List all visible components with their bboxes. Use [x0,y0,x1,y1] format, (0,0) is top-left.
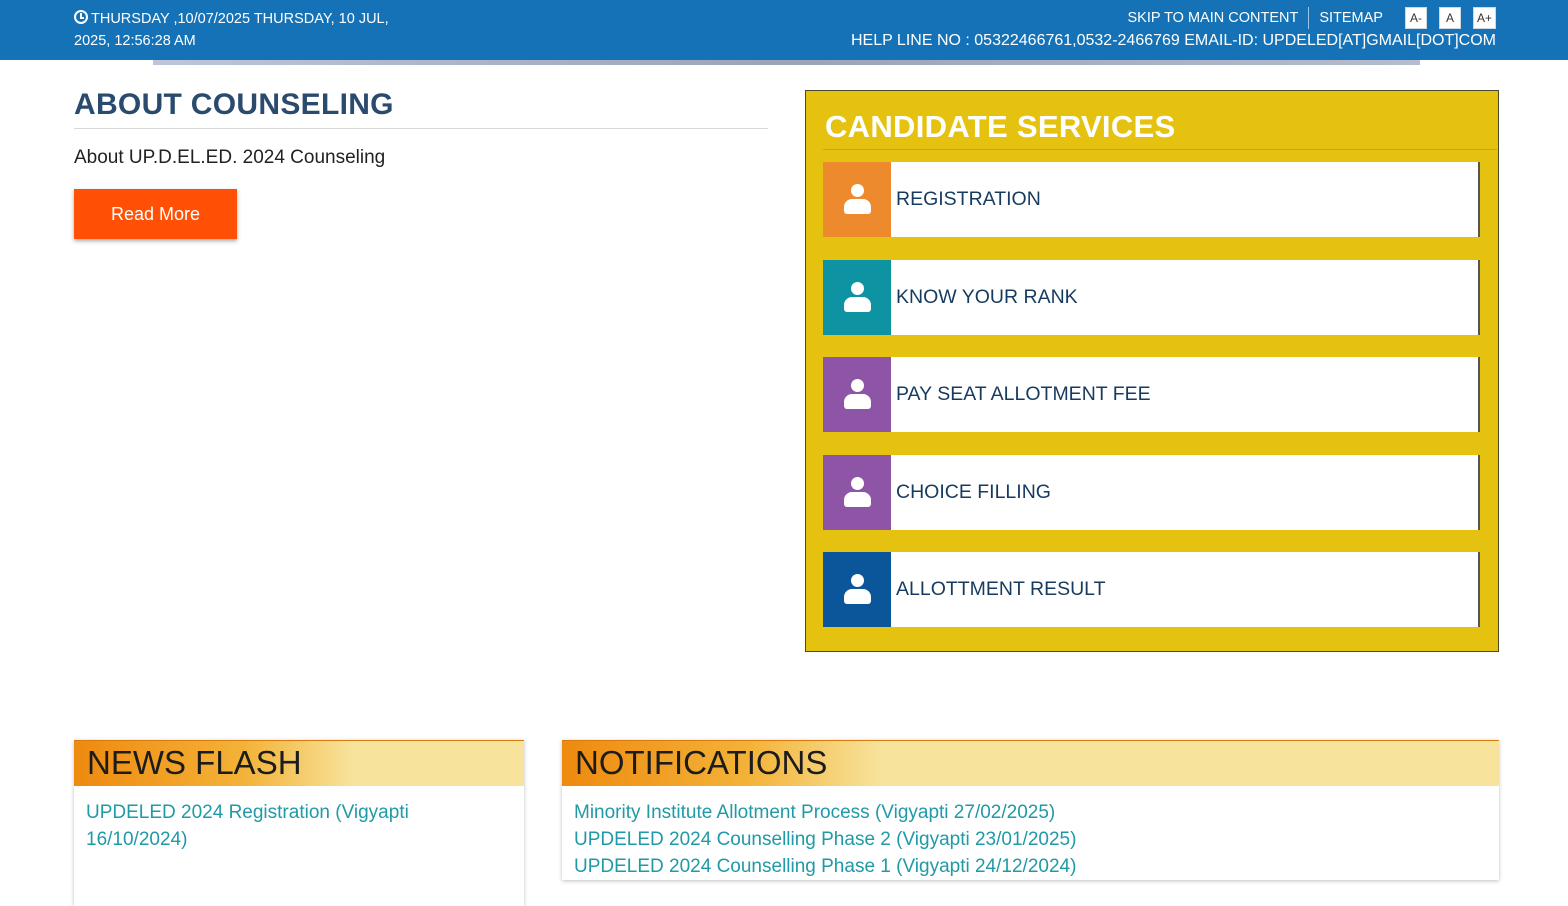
service-allotment-result[interactable]: ALLOTTMENT RESULT [823,552,1480,627]
service-registration[interactable]: REGISTRATION [823,162,1480,237]
notifications-panel: NOTIFICATIONS Minority Institute Allotme… [562,740,1499,880]
skip-to-main-link[interactable]: SKIP TO MAIN CONTENT [1118,7,1310,29]
notifications-header: NOTIFICATIONS [562,740,1499,786]
notification-item[interactable]: UPDELED 2024 Counselling Phase 2 (Vigyap… [574,826,1487,853]
banner-edge [153,60,1420,65]
service-label: REGISTRATION [896,188,1041,210]
top-links: SKIP TO MAIN CONTENT SITEMAP A- A A+ [1118,7,1496,29]
user-icon [842,378,872,411]
about-text: About UP.D.EL.ED. 2024 Counseling [74,147,386,168]
read-more-button[interactable]: Read More [74,189,237,239]
user-icon [842,281,872,314]
datetime: THURSDAY ,10/07/2025 THURSDAY, 10 JUL, 2… [74,8,434,52]
news-flash-header: NEWS FLASH [74,740,524,786]
datetime-line2: 2025, 12:56:28 AM [74,33,196,49]
font-normal-button[interactable]: A [1438,7,1461,29]
service-icon-box [823,162,891,237]
service-icon-box [823,357,891,432]
notifications-list: Minority Institute Allotment Process (Vi… [562,786,1499,880]
user-icon [842,183,872,216]
service-know-your-rank[interactable]: KNOW YOUR RANK [823,260,1480,335]
service-label: PAY SEAT ALLOTMENT FEE [896,383,1151,405]
news-item[interactable]: UPDELED 2024 Registration (Vigyapti 16/1… [86,799,512,853]
datetime-line1: THURSDAY ,10/07/2025 THURSDAY, 10 JUL, [91,11,389,27]
user-icon [842,573,872,606]
service-label: KNOW YOUR RANK [896,286,1078,308]
news-flash-panel: NEWS FLASH UPDELED 2024 Registration (Vi… [74,740,524,906]
font-increase-button[interactable]: A+ [1472,7,1496,29]
font-decrease-button[interactable]: A- [1404,7,1427,29]
top-bar: THURSDAY ,10/07/2025 THURSDAY, 10 JUL, 2… [0,0,1568,60]
notification-item[interactable]: UPDELED 2024 Counselling Phase 1 (Vigyap… [574,853,1487,880]
service-icon-box [823,260,891,335]
candidate-services-panel: CANDIDATE SERVICES REGISTRATION KNOW YOU… [805,90,1499,652]
service-label: CHOICE FILLING [896,481,1051,503]
service-label: ALLOTTMENT RESULT [896,578,1106,600]
clock-icon [74,10,88,24]
service-icon-box [823,455,891,530]
user-icon [842,476,872,509]
about-title: ABOUT COUNSELING [74,88,768,129]
notification-item[interactable]: Minority Institute Allotment Process (Vi… [574,799,1487,826]
service-choice-filling[interactable]: CHOICE FILLING [823,455,1480,530]
sitemap-link[interactable]: SITEMAP [1309,7,1393,29]
about-section: ABOUT COUNSELING About UP.D.EL.ED. 2024 … [74,88,768,239]
candidate-services-title: CANDIDATE SERVICES [825,109,1176,144]
helpline-text: HELP LINE NO : 05322466761,0532-2466769 … [850,32,1496,49]
news-list: UPDELED 2024 Registration (Vigyapti 16/1… [74,786,524,853]
service-icon-box [823,552,891,627]
notifications-title: NOTIFICATIONS [575,744,828,781]
news-flash-title: NEWS FLASH [87,744,302,781]
divider [823,149,1497,150]
service-pay-seat-allotment-fee[interactable]: PAY SEAT ALLOTMENT FEE [823,357,1480,432]
